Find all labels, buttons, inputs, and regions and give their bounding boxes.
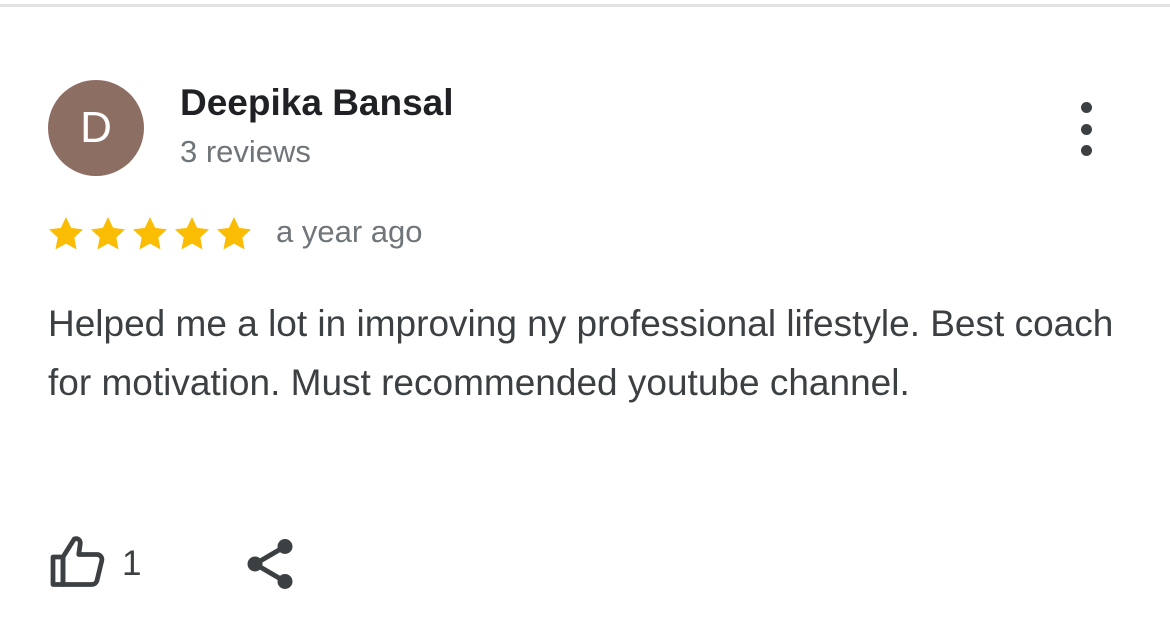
author-review-count[interactable]: 3 reviews — [180, 134, 311, 170]
star-icon — [175, 217, 209, 250]
star-rating — [46, 210, 256, 258]
more-vert-icon-dot — [1080, 145, 1092, 156]
avatar[interactable]: D — [48, 80, 144, 176]
review-time: a year ago — [276, 214, 423, 249]
star-icon — [91, 217, 125, 250]
star-icon — [49, 217, 83, 250]
star-icon — [217, 217, 251, 250]
avatar-initial: D — [80, 103, 112, 152]
more-vert-icon-dot — [1080, 102, 1092, 113]
star-icon — [133, 217, 167, 250]
review-card: D Deepika Bansal 3 reviews a year ago He… — [0, 0, 1170, 641]
thumbs-up-icon — [48, 532, 108, 597]
author-name[interactable]: Deepika Bansal — [180, 82, 454, 124]
like-count: 1 — [122, 544, 142, 583]
share-button[interactable] — [240, 534, 300, 594]
like-button[interactable]: 1 — [48, 532, 141, 596]
more-vert-icon-dot — [1080, 123, 1092, 135]
share-icon — [240, 539, 300, 598]
more-options-button[interactable] — [1060, 96, 1112, 162]
review-text: Helped me a lot in improving ny professi… — [48, 303, 1114, 403]
